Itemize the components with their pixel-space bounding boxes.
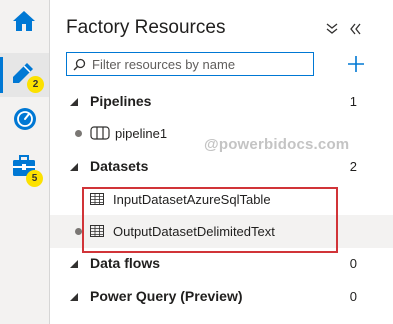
caret-expanded-icon [70, 293, 78, 301]
home-icon [13, 11, 35, 31]
caret-expanded-icon [70, 98, 78, 106]
monitor-gauge-icon [14, 108, 36, 130]
collapse-all-icon [326, 23, 338, 34]
watermark-text: @powerbidocs.com [204, 136, 350, 153]
plus-icon [348, 56, 364, 72]
collapse-all-button[interactable] [323, 20, 341, 38]
section-data-flows[interactable]: Data flows 0 [50, 247, 393, 280]
section-label-data-flows: Data flows [90, 255, 161, 271]
section-count-pipelines: 1 [349, 94, 357, 109]
author-badge: 2 [27, 76, 44, 93]
add-resource-button[interactable] [346, 54, 366, 74]
resource-item-input-dataset[interactable]: InputDatasetAzureSqlTable [50, 183, 393, 216]
table-icon [90, 193, 104, 205]
resource-item-label: InputDatasetAzureSqlTable [113, 192, 271, 207]
filter-box [66, 52, 314, 76]
section-count-datasets: 2 [349, 159, 357, 174]
rail-item-author[interactable]: 2 [0, 53, 49, 97]
hide-panel-button[interactable] [346, 20, 364, 38]
factory-resources-panel: Factory Resources Filter resources by na… [50, 0, 393, 324]
section-count-data-flows: 0 [349, 256, 357, 271]
section-label-power-query: Power Query (Preview) [90, 288, 243, 304]
section-pipelines[interactable]: Pipelines 1 [50, 85, 393, 118]
section-label-datasets: Datasets [90, 158, 149, 174]
rail-item-home[interactable] [0, 0, 49, 44]
section-label-pipelines: Pipelines [90, 93, 152, 109]
app-window: 2 5 Factory Resources Filter resources b… [0, 0, 393, 324]
resource-item-label: OutputDatasetDelimitedText [113, 224, 275, 239]
manage-badge: 5 [26, 170, 43, 187]
unsaved-dot [75, 228, 82, 235]
section-datasets[interactable]: Datasets 2 [50, 150, 393, 183]
pipeline-icon [90, 126, 110, 140]
search-icon [73, 58, 86, 71]
section-power-query[interactable]: Power Query (Preview) 0 [50, 280, 393, 313]
rail-item-manage[interactable]: 5 [0, 145, 49, 189]
activity-rail: 2 5 [0, 0, 49, 324]
resource-item-label: pipeline1 [115, 126, 168, 141]
caret-expanded-icon [70, 163, 78, 171]
caret-expanded-icon [70, 260, 78, 268]
unsaved-dot [75, 130, 82, 137]
resource-item-output-dataset[interactable]: OutputDatasetDelimitedText [50, 215, 393, 248]
section-count-power-query: 0 [349, 289, 357, 304]
panel-title: Factory Resources [66, 17, 226, 38]
filter-resources-input[interactable] [92, 54, 308, 74]
double-chevron-left-icon [350, 23, 361, 35]
table-icon [90, 225, 104, 237]
rail-item-monitor[interactable] [0, 97, 49, 141]
